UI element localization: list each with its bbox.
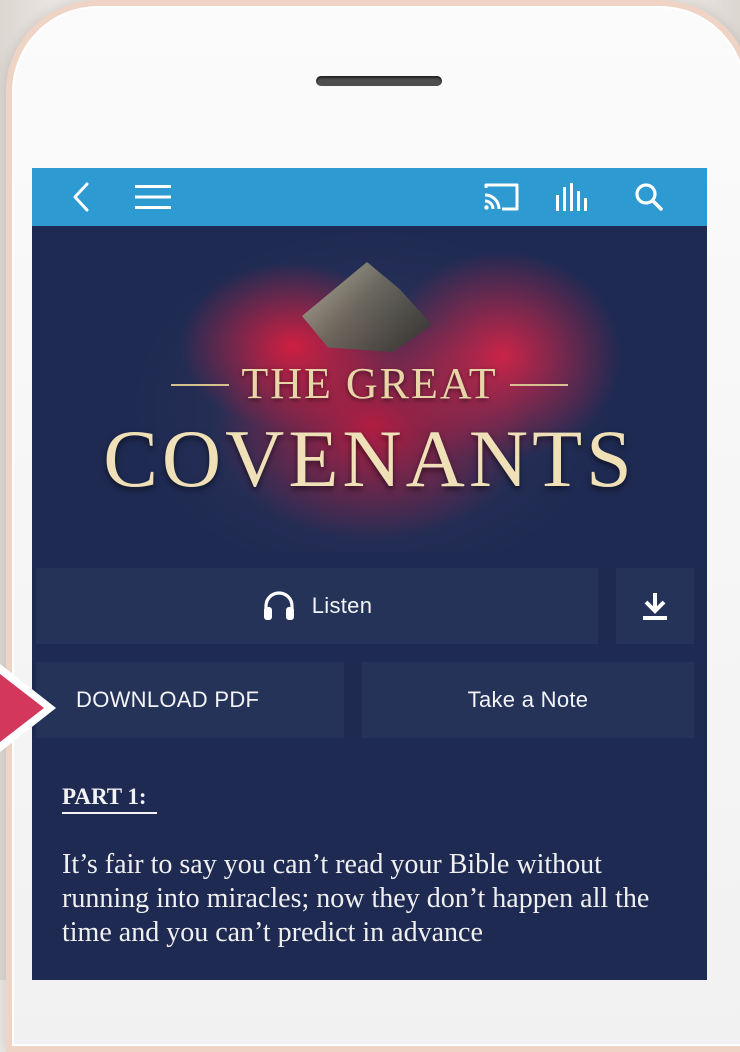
mountain-artwork	[302, 262, 432, 352]
listen-label: Listen	[311, 593, 373, 618]
hero-title-top-text: THE GREAT	[241, 359, 498, 408]
download-icon	[640, 591, 670, 621]
download-pdf-label: DOWNLOAD PDF	[76, 687, 260, 712]
hero-title-top: THE GREAT	[32, 358, 707, 409]
pointer-arrow-icon	[0, 664, 56, 752]
equalizer-icon[interactable]	[554, 178, 592, 216]
phone-speaker	[316, 76, 442, 86]
top-bar	[32, 168, 707, 226]
hero-title-main: COVENANTS	[103, 413, 636, 504]
search-icon[interactable]	[630, 178, 668, 216]
download-audio-button[interactable]	[616, 568, 694, 644]
cast-icon[interactable]	[482, 178, 520, 216]
download-pdf-button[interactable]: DOWNLOAD PDF	[36, 662, 344, 738]
app-screen: THE GREAT COVENANTS Listen DOWNLOAD PDF …	[32, 168, 707, 980]
listen-button[interactable]: Listen	[36, 568, 598, 644]
series-hero-image: THE GREAT COVENANTS	[32, 226, 707, 552]
take-note-button[interactable]: Take a Note	[362, 662, 694, 738]
transcript-content: PART 1: It’s fair to say you can’t read …	[32, 754, 707, 980]
title-rule-left	[171, 383, 230, 386]
chevron-left-icon[interactable]	[62, 178, 100, 216]
part-title: PART 1:	[62, 784, 157, 814]
take-note-label: Take a Note	[467, 687, 589, 712]
transcript-body: It’s fair to say you can’t read your Bib…	[62, 849, 650, 948]
headphones-icon	[262, 590, 296, 622]
hamburger-icon[interactable]	[134, 178, 172, 216]
title-rule-right	[509, 383, 568, 386]
